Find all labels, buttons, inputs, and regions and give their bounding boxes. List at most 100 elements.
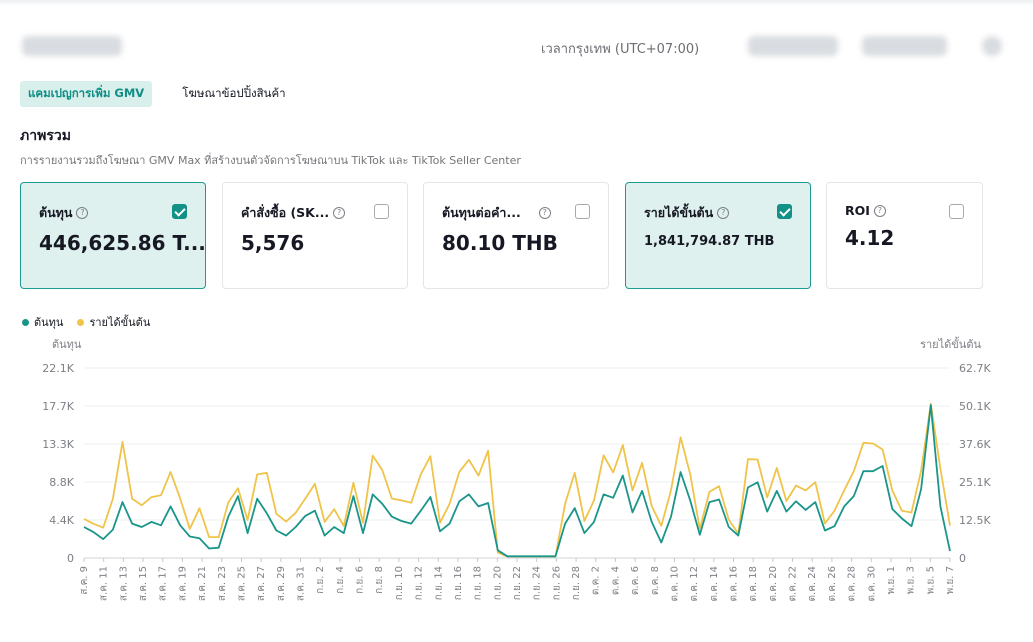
x-axis-tick-label: ต.ค. 2 — [591, 566, 602, 595]
x-axis-tick-label: ก.ย. 28 — [571, 566, 582, 600]
metric-label-text: ต้นทุนต่อคำ... — [442, 205, 521, 220]
metric-card-orders[interactable]: คำสั่งซื้อ (SK...? 5,576 — [222, 182, 408, 289]
x-axis-tick-label: พ.ย. 3 — [906, 566, 917, 594]
legend-label: ต้นทุน — [34, 316, 64, 329]
x-axis-tick-label: ก.ย. 22 — [512, 566, 523, 600]
x-axis-tick-label: ส.ค. 25 — [236, 566, 247, 601]
filter-blurred[interactable] — [862, 36, 947, 56]
report-tabs: แคมเปญการเพิ่ม GMV โฆษณาข้อปปิ้งสินค้า — [20, 81, 294, 107]
x-axis-tick-label: ส.ค. 13 — [118, 566, 129, 601]
metric-label-text: ROI — [845, 203, 870, 218]
x-axis-tick-label: ส.ค. 23 — [217, 566, 228, 601]
right-axis-tick-label: 62.7K — [959, 362, 991, 375]
metric-label-orders: คำสั่งซื้อ (SK...? — [241, 203, 389, 223]
tab-gmv-campaign[interactable]: แคมเปญการเพิ่ม GMV — [20, 81, 153, 107]
left-axis-tick-label: 13.3K — [42, 438, 74, 451]
metric-card-roi[interactable]: ROI? 4.12 — [826, 182, 983, 289]
legend-item-revenue[interactable]: รายได้ขั้นต้น — [77, 313, 150, 331]
x-axis-tick-label: ส.ค. 17 — [158, 566, 169, 601]
legend-item-cost[interactable]: ต้นทุน — [22, 313, 63, 331]
metric-value-cost-per-order: 80.10 THB — [442, 231, 558, 255]
x-axis-tick-label: ก.ย. 16 — [453, 566, 464, 600]
x-axis-tick-label: ต.ค. 22 — [788, 566, 799, 601]
date-picker-blurred[interactable] — [748, 36, 838, 56]
top-bar: เวลากรุงเทพ (UTC+07:00) — [0, 0, 1033, 80]
metric-label-text: คำสั่งซื้อ (SK... — [241, 205, 330, 220]
x-axis-tick-label: ส.ค. 15 — [138, 566, 149, 601]
metric-value-cost: 446,625.86 T... — [39, 231, 206, 255]
x-axis-tick-label: ต.ค. 26 — [827, 566, 838, 601]
x-axis-tick-label: ต.ค. 12 — [689, 566, 700, 601]
legend-label: รายได้ขั้นต้น — [89, 316, 151, 329]
metric-checkbox-cost-per-order[interactable] — [575, 204, 590, 219]
left-axis-tick-label: 17.7K — [42, 400, 74, 413]
metric-label-cost-per-order: ต้นทุนต่อคำ...? — [442, 203, 590, 223]
metric-label-text: ต้นทุน — [39, 205, 73, 220]
x-axis-tick-label: ก.ย. 2 — [315, 566, 326, 594]
x-axis-tick-label: ส.ค. 19 — [177, 566, 188, 601]
chart-legend: ต้นทุน รายได้ขั้นต้น — [22, 313, 150, 331]
x-axis-tick-label: ส.ค. 29 — [276, 566, 287, 601]
x-axis-tick-label: ก.ย. 4 — [335, 566, 346, 594]
legend-dot-revenue — [77, 318, 85, 326]
x-axis-tick-label: ก.ย. 26 — [551, 566, 562, 600]
x-axis-tick-label: ก.ย. 8 — [374, 566, 385, 594]
x-axis-tick-label: ก.ย. 24 — [532, 566, 543, 600]
tab-product-shopping-ads[interactable]: โฆษณาข้อปปิ้งสินค้า — [174, 81, 293, 107]
x-axis-tick-label: ส.ค. 31 — [296, 566, 307, 601]
menu-icon-blurred[interactable] — [982, 36, 1002, 56]
x-axis-tick-label: พ.ย. 5 — [925, 566, 936, 594]
x-axis-tick-label: ต.ค. 30 — [866, 566, 877, 601]
series-line-revenue — [83, 402, 951, 558]
top-shadow — [0, 0, 1033, 6]
x-axis-tick-label: ต.ค. 4 — [610, 566, 621, 595]
overview-subtitle: การรายงานรวมถึงโฆษณา GMV Max ที่สร้างบนต… — [20, 154, 521, 167]
metric-label-roi: ROI? — [845, 203, 964, 218]
metric-checkbox-gross-revenue[interactable] — [777, 204, 792, 219]
x-axis-tick-label: ต.ค. 14 — [709, 566, 720, 601]
x-axis-tick-label: ต.ค. 16 — [729, 566, 740, 601]
right-axis-tick-label: 0 — [959, 552, 966, 565]
metric-checkbox-orders[interactable] — [374, 204, 389, 219]
help-icon[interactable]: ? — [717, 207, 730, 219]
x-axis-tick-label: ก.ย. 6 — [355, 566, 366, 594]
metric-card-cost[interactable]: ต้นทุน? 446,625.86 T... — [20, 182, 206, 289]
right-axis-tick-label: 12.5K — [959, 514, 991, 527]
right-axis-tick-label: 37.6K — [959, 438, 991, 451]
x-axis-tick-label: ก.ย. 12 — [414, 566, 425, 600]
x-axis-tick-label: ส.ค. 11 — [99, 566, 110, 601]
account-name-blurred — [22, 36, 122, 56]
x-axis-tick-label: ต.ค. 10 — [669, 566, 680, 601]
metric-card-gross-revenue[interactable]: รายได้ขั้นต้น? 1,841,794.87 THB — [625, 182, 811, 289]
x-axis-tick-label: ต.ค. 8 — [650, 566, 661, 595]
timezone-label: เวลากรุงเทพ (UTC+07:00) — [541, 42, 700, 57]
x-axis-tick-label: ก.ย. 14 — [433, 566, 444, 600]
metric-value-gross-revenue: 1,841,794.87 THB — [644, 234, 775, 249]
x-axis-tick-label: พ.ย. 1 — [886, 566, 897, 594]
left-axis-tick-label: 4.4K — [49, 514, 74, 527]
right-axis-tick-label: 25.1K — [959, 476, 991, 489]
x-axis-tick-label: ส.ค. 21 — [197, 566, 208, 601]
help-icon[interactable]: ? — [333, 207, 346, 219]
right-axis-tick-label: 50.1K — [959, 400, 991, 413]
metric-label-gross-revenue: รายได้ขั้นต้น? — [644, 203, 792, 223]
metric-checkbox-cost[interactable] — [172, 204, 187, 219]
series-line-cost — [83, 404, 951, 558]
x-axis-tick-label: ต.ค. 6 — [630, 566, 641, 595]
metric-card-cost-per-order[interactable]: ต้นทุนต่อคำ...? 80.10 THB — [423, 182, 609, 289]
line-chart: 22.1K 62.7K 17.7K 50.1K 13.3K 37.6K 8.8K 25.1K 4… — [42, 362, 991, 601]
x-axis-tick-label: ต.ค. 18 — [748, 566, 759, 601]
x-axis-tick-label: ต.ค. 28 — [847, 566, 858, 601]
x-axis-tick-label: ส.ค. 27 — [256, 566, 267, 601]
legend-dot-cost — [22, 318, 29, 326]
help-icon[interactable]: ? — [538, 207, 551, 219]
help-icon[interactable]: ? — [873, 204, 886, 217]
x-axis-tick-label: ก.ย. 10 — [394, 566, 405, 600]
metric-value-roi: 4.12 — [845, 226, 895, 250]
overview-title: ภาพรวม — [20, 128, 71, 144]
help-icon[interactable]: ? — [76, 207, 89, 219]
x-axis-tick-label: ต.ค. 20 — [768, 566, 779, 601]
metric-checkbox-roi[interactable] — [949, 204, 964, 219]
left-axis-tick-label: 0 — [67, 552, 74, 565]
x-axis-tick-label: ก.ย. 18 — [473, 566, 484, 600]
